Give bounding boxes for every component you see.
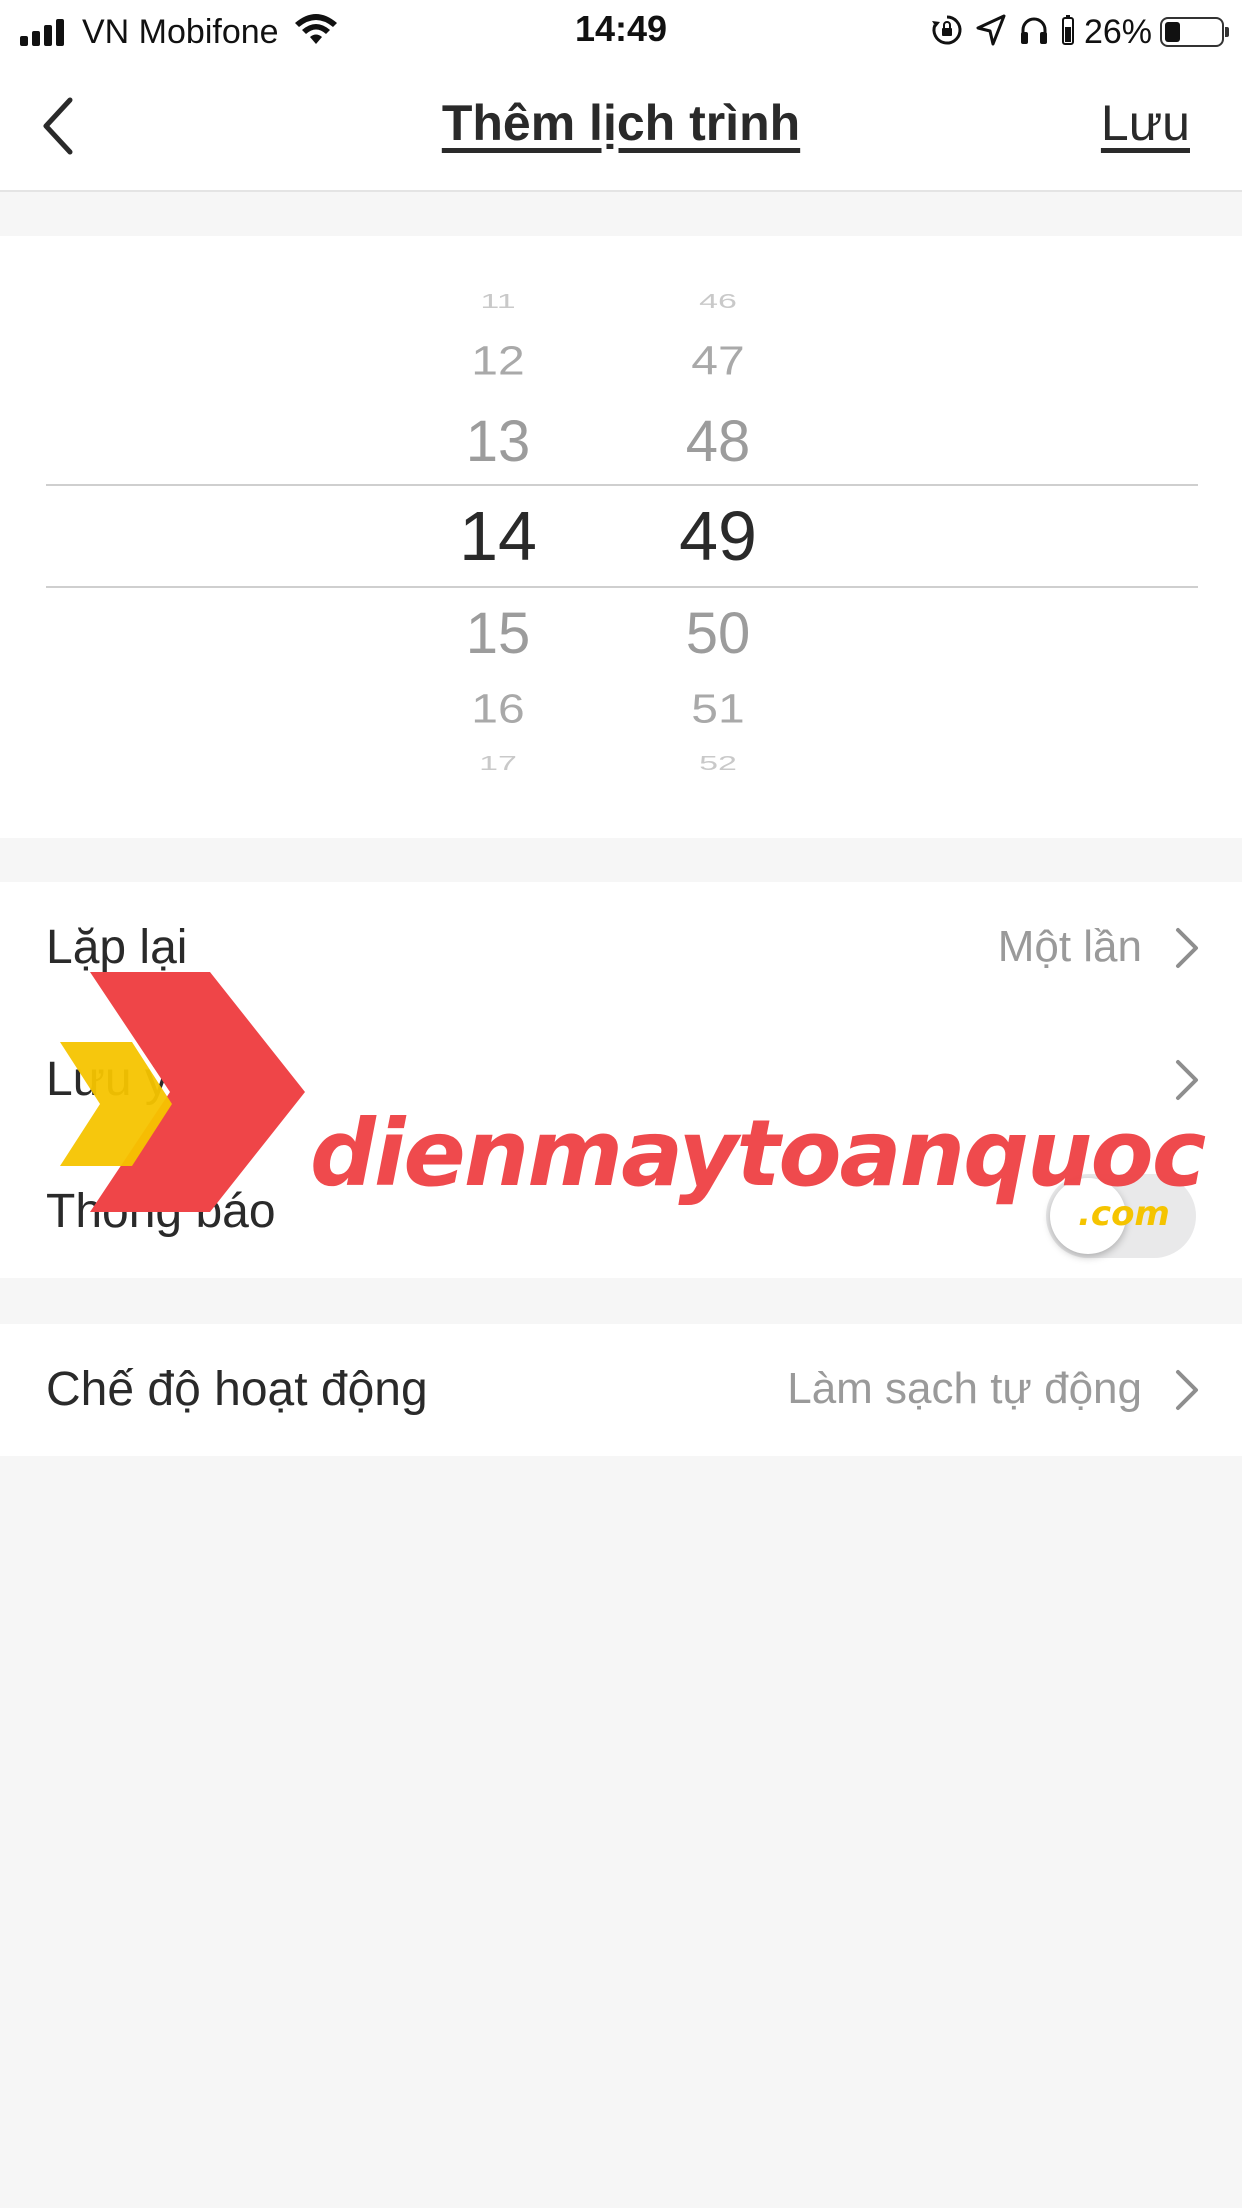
repeat-label: Lặp lại	[46, 921, 188, 974]
selected-minute[interactable]: 49	[658, 496, 778, 576]
mode-label: Chế độ hoạt động	[46, 1363, 428, 1416]
headphones-icon	[1018, 14, 1050, 51]
signal-icon	[20, 18, 68, 46]
picker-top-separator	[46, 484, 1198, 486]
mode-value: Làm sạch tự động	[787, 1364, 1142, 1413]
hour-option[interactable]: 16	[438, 686, 558, 733]
page-title: Thêm lịch trình	[441, 95, 801, 151]
battery-small-icon	[1061, 14, 1074, 50]
chevron-right-icon	[1176, 1060, 1198, 1100]
repeat-value: Một lần	[997, 922, 1142, 971]
time-picker[interactable]: 11 12 13 14 15 16 17 46 47 48 49 50 51 5…	[0, 236, 1242, 838]
minute-option[interactable]: 48	[658, 408, 778, 475]
hour-wheel[interactable]: 11 12 13 14 15 16 17	[438, 236, 558, 838]
battery-percent: 26%	[1083, 12, 1152, 51]
carrier-name: VN Mobifone	[82, 12, 279, 51]
note-label: Lưu ý	[46, 1053, 169, 1106]
save-button[interactable]: Lưu	[1101, 94, 1190, 152]
status-left: VN Mobifone	[20, 10, 339, 54]
battery-icon	[1160, 17, 1229, 47]
notification-row: Thông báo	[0, 1146, 1242, 1278]
note-row[interactable]: Lưu ý	[0, 1014, 1242, 1146]
navigation-bar: Thêm lịch trình Lưu	[0, 64, 1242, 192]
location-icon	[976, 14, 1006, 51]
hour-option[interactable]: 12	[438, 338, 558, 385]
orientation-lock-icon	[930, 13, 964, 52]
mode-card: Chế độ hoạt động Làm sạch tự động	[0, 1324, 1242, 1456]
toggle-knob	[1050, 1178, 1126, 1254]
repeat-row[interactable]: Lặp lại Một lần	[0, 882, 1242, 1014]
chevron-right-icon	[1176, 928, 1198, 968]
schedule-options-card: Lặp lại Một lần Lưu ý Thông báo	[0, 882, 1242, 1278]
minute-option[interactable]: 51	[658, 686, 778, 733]
status-right: 26%	[918, 10, 1229, 54]
minute-option[interactable]: 46	[658, 290, 778, 313]
hour-option[interactable]: 11	[438, 290, 558, 313]
mode-row[interactable]: Chế độ hoạt động Làm sạch tự động	[0, 1324, 1242, 1456]
notification-toggle[interactable]	[1046, 1174, 1196, 1258]
minute-wheel[interactable]: 46 47 48 49 50 51 52	[658, 236, 778, 838]
status-bar: VN Mobifone 14:49 26%	[0, 0, 1242, 64]
selected-hour[interactable]: 14	[438, 496, 558, 576]
hour-option[interactable]: 13	[438, 408, 558, 475]
picker-bottom-separator	[46, 586, 1198, 588]
wifi-icon	[293, 13, 339, 52]
minute-option[interactable]: 50	[658, 600, 778, 667]
hour-option[interactable]: 15	[438, 600, 558, 667]
hour-option[interactable]: 17	[438, 752, 558, 775]
minute-option[interactable]: 47	[658, 338, 778, 385]
chevron-right-icon	[1176, 1370, 1198, 1410]
minute-option[interactable]: 52	[658, 752, 778, 775]
notification-label: Thông báo	[46, 1185, 276, 1238]
